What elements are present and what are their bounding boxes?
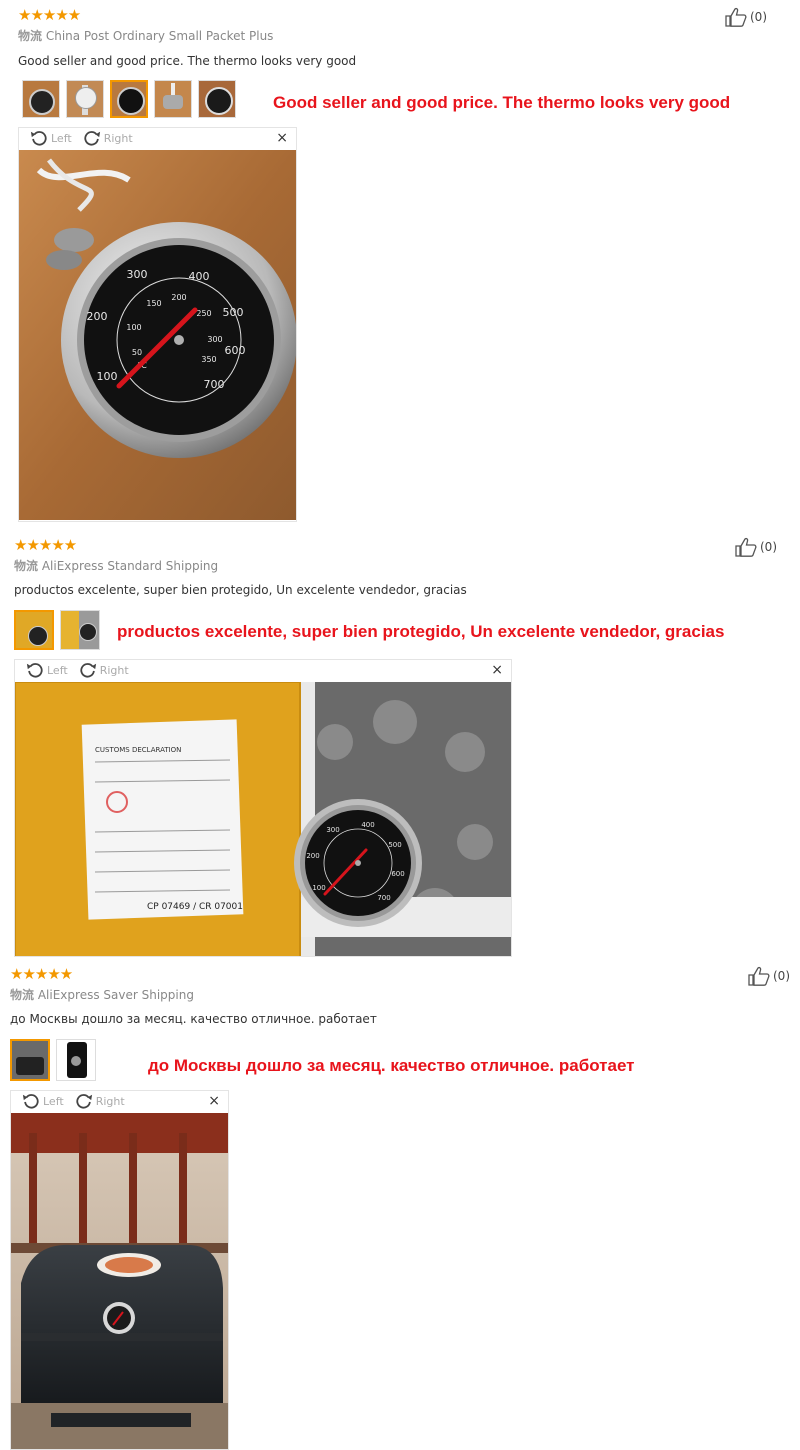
rotate-left-icon [21, 1092, 41, 1110]
shipping-label: 物流 [14, 559, 39, 573]
gauge-outer-label: 500 [388, 841, 401, 849]
rotate-left-icon [29, 129, 49, 147]
photo-thumbnail[interactable] [66, 80, 104, 118]
close-viewer-button[interactable]: × [276, 130, 288, 146]
photo-thumbnail[interactable] [22, 80, 60, 118]
gauge-outer-label: 500 [223, 306, 244, 319]
shipping-method: AliExpress Standard Shipping [41, 559, 219, 573]
viewer-toolbar: Left Right × [11, 1091, 228, 1111]
review-photo: 100 200 300 400 500 600 700 50 100 150 2… [19, 150, 296, 521]
gauge-inner-label: 350 [201, 355, 216, 364]
review-text: Good seller and good price. The thermo l… [18, 54, 357, 68]
review-caption: productos excelente, super bien protegid… [117, 622, 725, 641]
gauge-outer-label: 700 [204, 378, 225, 391]
helpful-count: (0) [760, 540, 777, 554]
photo-thumbnails [10, 1039, 96, 1081]
review-card: ★★★★★ (0) 物流 AliExpress Saver Shipping д… [0, 966, 800, 1450]
rotate-right-button[interactable]: Right [78, 661, 129, 679]
rating-stars: ★★★★★ [18, 6, 81, 24]
rotate-right-icon [78, 661, 98, 679]
shipping-info: 物流 China Post Ordinary Small Packet Plus [18, 27, 273, 44]
gauge-outer-label: 700 [377, 894, 390, 902]
rotate-right-button[interactable]: Right [74, 1092, 125, 1110]
gauge-inner-label: 300 [207, 335, 222, 344]
shipping-info: 物流 AliExpress Saver Shipping [10, 986, 194, 1003]
image-viewer: Left Right × [18, 127, 297, 522]
helpful-count: (0) [750, 10, 767, 24]
photo-thumbnail[interactable] [198, 80, 236, 118]
review-card: ★★★★★ (0) 物流 AliExpress Standard Shippin… [0, 537, 800, 957]
rotate-right-label: Right [103, 131, 133, 145]
helpful-count: (0) [773, 969, 790, 983]
image-viewer: Left Right × [10, 1090, 229, 1450]
thumbs-up-icon [725, 7, 747, 27]
gauge-outer-label: 300 [326, 826, 339, 834]
review-caption: Good seller and good price. The thermo l… [273, 93, 731, 112]
shipping-method: China Post Ordinary Small Packet Plus [45, 29, 274, 43]
rotate-right-icon [82, 129, 102, 147]
review-photo: CUSTOMS DECLARATION CP 07469 / CR 07001 … [15, 682, 511, 956]
shipping-label: 物流 [18, 29, 43, 43]
viewer-toolbar: Left Right × [15, 660, 511, 680]
close-viewer-button[interactable]: × [208, 1093, 220, 1109]
photo-thumbnail[interactable] [60, 610, 100, 650]
helpful-button[interactable]: (0) [735, 537, 777, 557]
review-text: productos excelente, super bien protegid… [14, 583, 467, 597]
rotate-left-button[interactable]: Left [21, 1092, 64, 1110]
close-viewer-button[interactable]: × [491, 662, 503, 678]
grill-photo [11, 1113, 228, 1449]
gauge-inner-label: 200 [171, 293, 186, 302]
rotate-right-label: Right [99, 663, 129, 677]
rotate-left-label: Left [47, 663, 68, 677]
rotate-right-label: Right [95, 1094, 125, 1108]
rotate-left-icon [25, 661, 45, 679]
gauge-outer-label: 100 [97, 370, 118, 383]
thumbs-up-icon [748, 966, 770, 986]
gauge-outer-label: 200 [87, 310, 108, 323]
viewer-toolbar: Left Right × [19, 128, 296, 148]
rating-stars: ★★★★★ [10, 965, 73, 983]
photo-thumbnail-selected[interactable] [110, 80, 148, 118]
rating-stars: ★★★★★ [14, 536, 77, 554]
review-photo [11, 1113, 228, 1449]
package-title: CUSTOMS DECLARATION [95, 746, 181, 754]
gauge-inner-label: 100 [126, 323, 141, 332]
gauge-outer-label: 600 [225, 344, 246, 357]
review-card: ★★★★★ (0) 物流 China Post Ordinary Small P… [0, 7, 800, 522]
rotate-right-icon [74, 1092, 94, 1110]
rotate-left-label: Left [43, 1094, 64, 1108]
package-codes: CP 07469 / CR 07001 [147, 902, 243, 912]
gauge-outer-label: 400 [361, 821, 374, 829]
helpful-button[interactable]: (0) [748, 966, 790, 986]
rotate-right-button[interactable]: Right [82, 129, 133, 147]
photo-thumbnail-selected[interactable] [10, 1039, 50, 1081]
shipping-label: 物流 [10, 988, 35, 1002]
photo-thumbnail-selected[interactable] [14, 610, 54, 650]
shipping-method: AliExpress Saver Shipping [37, 988, 194, 1002]
helpful-button[interactable]: (0) [725, 7, 767, 27]
rotate-left-button[interactable]: Left [25, 661, 68, 679]
photo-thumbnail[interactable] [154, 80, 192, 118]
shipping-info: 物流 AliExpress Standard Shipping [14, 557, 218, 574]
rotate-left-label: Left [51, 131, 72, 145]
gauge-inner-label: 150 [146, 299, 161, 308]
image-viewer: Left Right × [14, 659, 512, 957]
review-text: до Москвы дошло за месяц. качество отлич… [10, 1012, 377, 1026]
photo-thumbnails [14, 610, 100, 650]
gauge-outer-label: 100 [312, 884, 325, 892]
gauge-outer-label: 600 [391, 870, 404, 878]
photo-thumbnail[interactable] [56, 1039, 96, 1081]
gauge-inner-label: 250 [196, 309, 211, 318]
review-caption: до Москвы дошло за месяц. качество отлич… [148, 1056, 635, 1075]
gauge-inner-label: 50 [132, 348, 142, 357]
photo-thumbnails [22, 80, 236, 118]
rotate-left-button[interactable]: Left [29, 129, 72, 147]
thermometer-photo: 100 200 300 400 500 600 700 50 100 150 2… [19, 150, 296, 520]
package-photo: CUSTOMS DECLARATION CP 07469 / CR 07001 … [15, 682, 511, 956]
thumbs-up-icon [735, 537, 757, 557]
gauge-outer-label: 200 [306, 852, 319, 860]
gauge-outer-label: 300 [127, 268, 148, 281]
